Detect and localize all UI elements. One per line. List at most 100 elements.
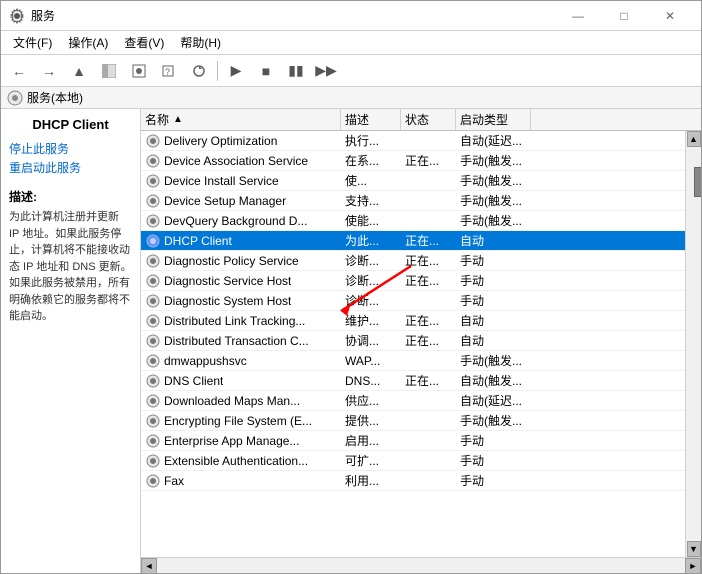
scroll-down[interactable]: ▼	[687, 541, 701, 557]
service-status	[401, 471, 456, 490]
scroll-up[interactable]: ▲	[687, 131, 701, 147]
service-name: Diagnostic Policy Service	[164, 254, 299, 268]
menu-action[interactable]: 操作(A)	[60, 32, 116, 53]
service-name: Device Association Service	[164, 154, 308, 168]
service-icon	[145, 393, 161, 409]
service-desc: 执行...	[341, 131, 401, 150]
col-header-status[interactable]: 状态	[401, 109, 456, 130]
properties-button[interactable]	[125, 58, 153, 84]
refresh-button[interactable]	[185, 58, 213, 84]
services-icon	[7, 90, 23, 106]
service-name: DNS Client	[164, 374, 223, 388]
service-icon	[145, 293, 161, 309]
service-desc: 为此...	[341, 231, 401, 250]
service-row[interactable]: Fax利用...手动	[141, 471, 685, 491]
pause-button[interactable]: ▮▮	[282, 58, 310, 84]
show-hide-button[interactable]	[95, 58, 123, 84]
restart-button[interactable]: ▶▶	[312, 58, 340, 84]
service-status	[401, 351, 456, 370]
service-name: DHCP Client	[164, 234, 232, 248]
col-header-name[interactable]: 名称 ▲	[141, 109, 341, 130]
service-start-type: 手动	[456, 431, 531, 450]
scroll-left[interactable]: ◄	[141, 558, 157, 574]
col-header-start[interactable]: 启动类型	[456, 109, 531, 130]
service-icon	[145, 153, 161, 169]
service-row[interactable]: DHCP Client 为此...正在...自动	[141, 231, 685, 251]
service-icon	[145, 193, 161, 209]
horizontal-scrollbar[interactable]: ◄ ►	[141, 557, 701, 573]
service-start-type: 手动	[456, 271, 531, 290]
service-row[interactable]: Diagnostic Policy Service诊断...正在...手动	[141, 251, 685, 271]
service-row[interactable]: DNS ClientDNS...正在...自动(触发...	[141, 371, 685, 391]
service-row[interactable]: Extensible Authentication... 可扩... 手动	[141, 451, 685, 471]
service-start-type: 自动	[456, 231, 531, 250]
back-button[interactable]: ←	[5, 58, 33, 84]
service-start-type: 自动(延迟...	[456, 131, 531, 150]
services-header: 名称 ▲ 描述 状态 启动类型	[141, 109, 701, 131]
service-row[interactable]: Distributed Transaction C...协调...正在...自动	[141, 331, 685, 351]
services-area: 名称 ▲ 描述 状态 启动类型 Delivery Optimization执行.…	[141, 109, 701, 573]
scrollbar[interactable]: ▲ ▼	[685, 131, 701, 557]
maximize-button[interactable]: □	[601, 1, 647, 31]
service-status	[401, 291, 456, 310]
service-row[interactable]: Enterprise App Manage...启用...手动	[141, 431, 685, 451]
service-desc: 使能...	[341, 211, 401, 230]
service-row[interactable]: DevQuery Background D...使能...手动(触发...	[141, 211, 685, 231]
service-row[interactable]: Device Setup Manager支持...手动(触发...	[141, 191, 685, 211]
sidebar-desc-label: 描述:	[9, 188, 132, 205]
service-status	[401, 191, 456, 210]
service-status	[401, 211, 456, 230]
app-icon	[9, 8, 25, 24]
services-list[interactable]: Delivery Optimization执行...自动(延迟...Device…	[141, 131, 685, 557]
service-row[interactable]: Diagnostic Service Host诊断...正在...手动	[141, 271, 685, 291]
service-status: 正在...	[401, 271, 456, 290]
service-start-type: 手动	[456, 471, 531, 490]
service-row[interactable]: Distributed Link Tracking...维护...正在...自动	[141, 311, 685, 331]
minimize-button[interactable]: —	[555, 1, 601, 31]
services-list-container: Delivery Optimization执行...自动(延迟...Device…	[141, 131, 701, 557]
service-name: Distributed Transaction C...	[164, 334, 309, 348]
service-name: Encrypting File System (E...	[164, 414, 312, 428]
menu-help[interactable]: 帮助(H)	[172, 32, 229, 53]
title-bar-left: 服务	[9, 7, 55, 24]
main-window: 服务 — □ ✕ 文件(F) 操作(A) 查看(V) 帮助(H) ← → ▲ ?…	[0, 0, 702, 574]
service-desc: 可扩...	[341, 451, 401, 470]
service-status	[401, 131, 456, 150]
col-header-desc[interactable]: 描述	[341, 109, 401, 130]
play-button[interactable]: ▶	[222, 58, 250, 84]
restart-service-link[interactable]: 重启动此服务	[9, 159, 132, 176]
stop-service-link[interactable]: 停止此服务	[9, 140, 132, 157]
service-row[interactable]: Encrypting File System (E...提供...手动(触发..…	[141, 411, 685, 431]
menu-file[interactable]: 文件(F)	[5, 32, 60, 53]
service-status	[401, 411, 456, 430]
stop-button[interactable]: ■	[252, 58, 280, 84]
service-row[interactable]: Diagnostic System Host诊断...手动	[141, 291, 685, 311]
forward-button[interactable]: →	[35, 58, 63, 84]
service-desc: 维护...	[341, 311, 401, 330]
service-row[interactable]: Device Install Service使...手动(触发...	[141, 171, 685, 191]
service-start-type: 自动(延迟...	[456, 391, 531, 410]
help2-button[interactable]: ?	[155, 58, 183, 84]
service-row[interactable]: Device Association Service在系...正在...手动(触…	[141, 151, 685, 171]
service-row[interactable]: dmwappushsvcWAP...手动(触发...	[141, 351, 685, 371]
service-name: Diagnostic Service Host	[164, 274, 291, 288]
window-title: 服务	[31, 7, 55, 24]
service-row[interactable]: Downloaded Maps Man...供应...自动(延迟...	[141, 391, 685, 411]
service-start-type: 手动(触发...	[456, 171, 531, 190]
service-start-type: 手动	[456, 291, 531, 310]
toolbar-separator	[217, 61, 218, 81]
service-start-type: 手动	[456, 451, 531, 470]
service-start-type: 手动(触发...	[456, 191, 531, 210]
scroll-right[interactable]: ►	[685, 558, 701, 574]
service-row[interactable]: Delivery Optimization执行...自动(延迟...	[141, 131, 685, 151]
service-desc: 提供...	[341, 411, 401, 430]
service-icon	[145, 453, 161, 469]
service-status	[401, 431, 456, 450]
close-button[interactable]: ✕	[647, 1, 693, 31]
menu-view[interactable]: 查看(V)	[116, 32, 172, 53]
service-desc: DNS...	[341, 371, 401, 390]
service-name: Extensible Authentication...	[164, 454, 308, 468]
scroll-thumb[interactable]	[694, 167, 702, 197]
service-status: 正在...	[401, 231, 456, 250]
up-button[interactable]: ▲	[65, 58, 93, 84]
